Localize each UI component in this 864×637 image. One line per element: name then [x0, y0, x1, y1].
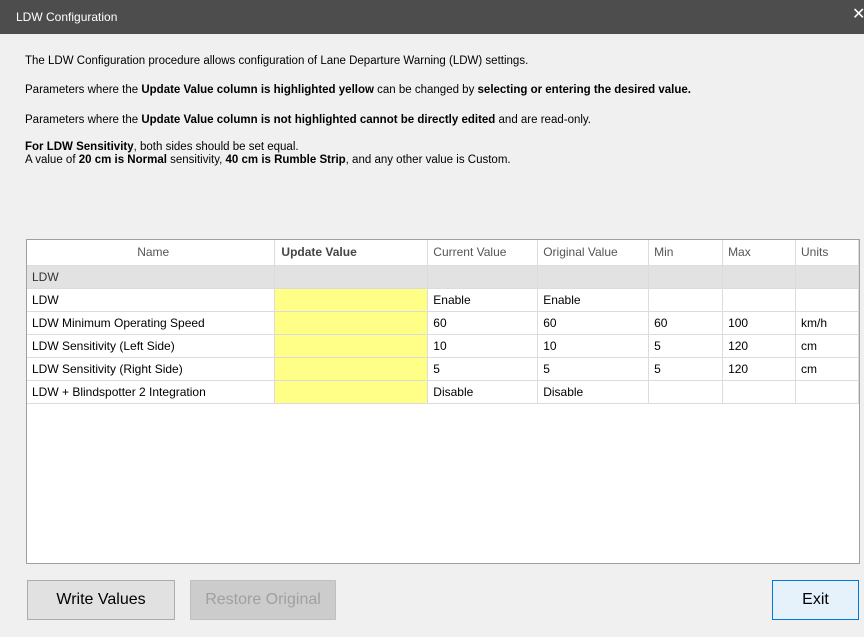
current-value-cell: 60 [427, 311, 539, 335]
group-label: LDW [27, 265, 276, 289]
table-cell [648, 265, 724, 289]
intro-text: Parameters where the [25, 84, 142, 96]
table-row[interactable]: LDW Enable Enable [27, 288, 859, 312]
units-cell [795, 288, 859, 312]
write-values-button[interactable]: Write Values [27, 580, 175, 620]
intro-line-1: The LDW Configuration procedure allows c… [25, 55, 528, 67]
column-header-max[interactable]: Max [722, 240, 796, 266]
table-cell [722, 265, 796, 289]
min-cell: 5 [648, 334, 724, 358]
min-cell [648, 380, 724, 404]
current-value-cell: 10 [427, 334, 539, 358]
table-row[interactable]: LDW Sensitivity (Left Side) 10 10 5 120 … [27, 334, 859, 358]
max-cell [722, 380, 796, 404]
table-cell [537, 265, 650, 289]
original-value-cell: Enable [537, 288, 650, 312]
max-cell: 100 [722, 311, 796, 335]
min-cell [648, 288, 724, 312]
current-value-cell: Enable [427, 288, 539, 312]
units-cell: cm [795, 357, 859, 381]
intro-bold: 20 cm is Normal [78, 154, 167, 166]
update-value-cell[interactable] [274, 357, 429, 381]
max-cell [722, 288, 796, 312]
intro-bold: Update Value column is not highlighted c… [141, 114, 496, 126]
intro-text: and are read-only. [495, 114, 592, 126]
intro-text: Parameters where the [25, 114, 142, 126]
update-value-cell[interactable] [274, 380, 429, 404]
group-row: LDW [27, 265, 859, 289]
row-name: LDW [27, 288, 276, 312]
intro-text: , and any other value is Custom. [345, 154, 511, 166]
parameters-table: Name Update Value Current Value Original… [27, 240, 859, 404]
row-name: LDW Sensitivity (Left Side) [27, 334, 276, 358]
intro-bold: 40 cm is Rumble Strip [225, 154, 346, 166]
table-row[interactable]: LDW Minimum Operating Speed 60 60 60 100… [27, 311, 859, 335]
exit-button[interactable]: Exit [772, 580, 859, 620]
table-row[interactable]: LDW + Blindspotter 2 Integration Disable… [27, 380, 859, 404]
column-header-min[interactable]: Min [648, 240, 724, 266]
intro-bold: Update Value column is highlighted yello… [141, 84, 374, 96]
intro-text: sensitivity, [166, 154, 226, 166]
update-value-cell[interactable] [274, 311, 429, 335]
header-row: Name Update Value Current Value Original… [27, 240, 859, 266]
table-cell [427, 265, 539, 289]
min-cell: 5 [648, 357, 724, 381]
intro-text: can be changed by [373, 84, 478, 96]
intro-line-5: A value of 20 cm is Normal sensitivity, … [25, 154, 511, 166]
update-value-cell[interactable] [274, 288, 429, 312]
column-header-original-value[interactable]: Original Value [537, 240, 650, 266]
original-value-cell: 5 [537, 357, 650, 381]
restore-original-button[interactable]: Restore Original [190, 580, 336, 620]
row-name: LDW + Blindspotter 2 Integration [27, 380, 276, 404]
row-name: LDW Sensitivity (Right Side) [27, 357, 276, 381]
max-cell: 120 [722, 334, 796, 358]
original-value-cell: 60 [537, 311, 650, 335]
intro-line-4: For LDW Sensitivity, both sides should b… [25, 141, 299, 153]
current-value-cell: Disable [427, 380, 539, 404]
intro-bold: For LDW Sensitivity [25, 141, 134, 153]
intro-line-3: Parameters where the Update Value column… [25, 114, 591, 126]
update-value-cell[interactable] [274, 334, 429, 358]
units-cell: cm [795, 334, 859, 358]
column-header-update-value[interactable]: Update Value [274, 240, 429, 266]
units-cell: km/h [795, 311, 859, 335]
title-bar: LDW Configuration ✕ [0, 0, 864, 34]
max-cell: 120 [722, 357, 796, 381]
original-value-cell: Disable [537, 380, 650, 404]
column-header-units[interactable]: Units [795, 240, 859, 266]
parameters-grid[interactable]: Name Update Value Current Value Original… [26, 239, 860, 564]
current-value-cell: 5 [427, 357, 539, 381]
close-icon[interactable]: ✕ [852, 7, 864, 23]
units-cell [795, 380, 859, 404]
window-title: LDW Configuration [16, 10, 118, 24]
row-name: LDW Minimum Operating Speed [27, 311, 276, 335]
table-cell [795, 265, 859, 289]
table-row[interactable]: LDW Sensitivity (Right Side) 5 5 5 120 c… [27, 357, 859, 381]
table-cell [274, 265, 429, 289]
column-header-name[interactable]: Name [27, 240, 276, 266]
intro-text: A value of [25, 154, 79, 166]
intro-text: The LDW Configuration procedure allows c… [25, 55, 529, 67]
intro-text: , both sides should be set equal. [133, 141, 299, 153]
intro-bold: selecting or entering the desired value. [477, 84, 691, 96]
intro-line-2: Parameters where the Update Value column… [25, 84, 691, 96]
column-header-current-value[interactable]: Current Value [427, 240, 539, 266]
min-cell: 60 [648, 311, 724, 335]
original-value-cell: 10 [537, 334, 650, 358]
